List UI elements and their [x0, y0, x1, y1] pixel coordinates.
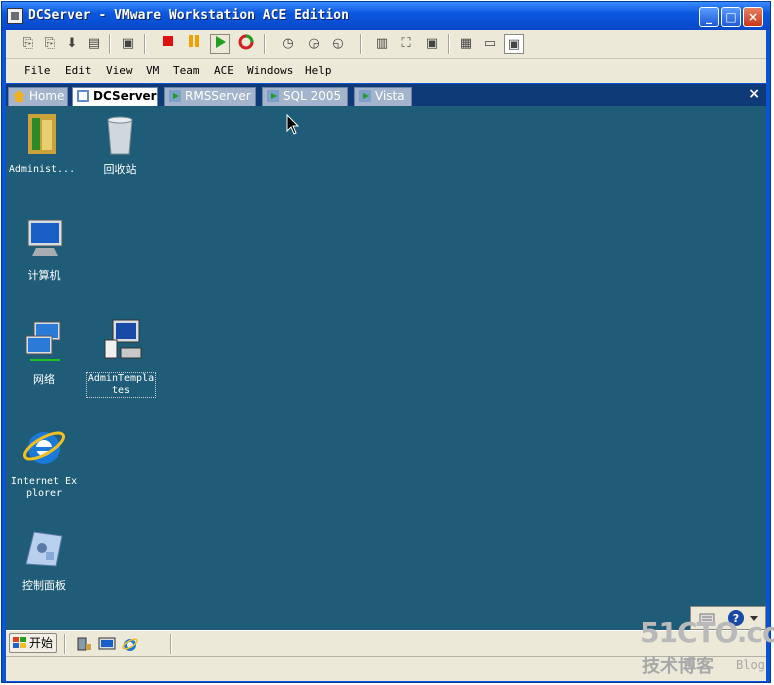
toolbar-separator [264, 34, 266, 54]
vm-icon [359, 90, 371, 102]
tab-label: Home [29, 89, 65, 103]
taskbar-separator [170, 634, 172, 654]
watermark-site: 51CTO.com [640, 616, 774, 649]
close-button[interactable]: × [743, 7, 763, 27]
toolbar-separator [448, 34, 450, 54]
desktop-icon-administrator[interactable]: Administ... [6, 110, 78, 176]
server-manager-icon[interactable] [76, 636, 92, 652]
icon-label: Administ... [8, 164, 76, 175]
summary-view-icon[interactable]: ▦ [456, 34, 476, 54]
computer-icon [27, 219, 63, 256]
snapshot-clock-icon[interactable]: ◷ [278, 34, 298, 54]
menu-windows[interactable]: Windows [247, 64, 293, 77]
suspend-icon[interactable] [184, 34, 204, 54]
menu-help[interactable]: Help [305, 64, 332, 77]
toolbar-separator [360, 34, 362, 54]
internet-explorer-icon [23, 431, 65, 464]
windows-flag-icon [13, 637, 26, 648]
tab-rmsserver[interactable]: RMSServer [164, 87, 256, 106]
manage-clock-icon[interactable]: ◵ [328, 34, 348, 54]
tab-label: Vista [375, 89, 405, 103]
network-icon [25, 321, 61, 361]
menu-view[interactable]: View [106, 64, 133, 77]
vm-icon [77, 90, 89, 102]
quick-switch-icon[interactable]: ▣ [118, 34, 138, 54]
toolbar-separator [109, 34, 111, 54]
vm-icon [267, 90, 279, 102]
watermark-sub: 技术博客 [642, 656, 714, 677]
menu-file[interactable]: File [24, 64, 51, 77]
tab-label: RMSServer [185, 89, 251, 103]
power-on-icon[interactable] [210, 34, 230, 54]
toolbar-separator [144, 34, 146, 54]
icon-label: 计算机 [27, 269, 61, 282]
menu-edit[interactable]: Edit [65, 64, 92, 77]
internet-explorer-icon[interactable] [122, 636, 138, 652]
desktop-icon-network[interactable]: 网络 [8, 320, 80, 386]
vmware-window: DCServer - VMware Workstation ACE Editio… [1, 1, 771, 683]
desktop-icon-control-panel[interactable]: 控制面板 [8, 526, 80, 592]
unity-icon[interactable]: ▣ [422, 34, 442, 54]
desktop-icon-computer[interactable]: 计算机 [8, 216, 80, 282]
vmware-app-icon [7, 8, 23, 24]
start-button[interactable]: 开始 [9, 633, 57, 653]
recycle-bin-icon [107, 116, 133, 155]
tab-dcserver[interactable]: DCServer [72, 87, 158, 106]
window-title: DCServer - VMware Workstation ACE Editio… [28, 8, 349, 23]
icon-label: 回收站 [103, 163, 137, 176]
menu-bar: File Edit View VM Team ACE Windows Help [6, 59, 766, 83]
icon-label: Internet Explorer [10, 476, 78, 499]
menu-vm[interactable]: VM [146, 64, 159, 77]
revert-snapshot-icon[interactable]: ⎘ [40, 34, 60, 54]
minimize-button[interactable]: _ [699, 7, 719, 27]
desktop-icon-admin-templates[interactable]: AdminTemplates [85, 318, 157, 398]
watermark-blog: Blog [736, 658, 765, 672]
revert-clock-icon[interactable]: ◶ [304, 34, 324, 54]
tab-sql-2005[interactable]: SQL 2005 [262, 87, 348, 106]
user-folder-icon [28, 114, 56, 154]
icon-label: AdminTemplates [86, 372, 156, 398]
menu-ace[interactable]: ACE [214, 64, 234, 77]
snapshot-manager-icon[interactable]: ▤ [84, 34, 104, 54]
full-screen-icon[interactable]: ⛶ [396, 34, 416, 54]
console-view-icon[interactable]: ▣ [504, 34, 524, 54]
tab-vista[interactable]: Vista [354, 87, 412, 106]
control-panel-icon [25, 531, 63, 567]
icon-label: 控制面板 [22, 579, 66, 592]
start-label: 开始 [29, 636, 54, 650]
icon-label: 网络 [33, 373, 55, 386]
home-icon [13, 90, 25, 102]
tab-label: SQL 2005 [283, 89, 342, 103]
vm-icon [169, 90, 181, 102]
desktop-icon-recycle-bin[interactable]: 回收站 [84, 110, 156, 176]
show-desktop-icon[interactable] [98, 636, 116, 652]
take-snapshot-icon[interactable]: ⬇ [62, 34, 82, 54]
snapshot-icon[interactable]: ⎘ [18, 34, 38, 54]
setup-program-icon [104, 319, 142, 359]
close-tab-icon[interactable]: × [748, 86, 760, 102]
show-sidebar-icon[interactable]: ▥ [372, 34, 392, 54]
menu-team[interactable]: Team [173, 64, 200, 77]
tab-label: DCServer [93, 89, 157, 103]
tab-home[interactable]: Home [8, 87, 68, 106]
power-off-icon[interactable] [158, 34, 178, 54]
toolbar: ⎘ ⎘ ⬇ ▤ ▣ ◷ ◶ ◵ ▥ ⛶ ▣ ▦ ▭ ▣ [6, 30, 766, 59]
guest-desktop[interactable]: Administ... 回收站 计算机 网络 AdminTemplates In… [6, 106, 766, 630]
maximize-button[interactable]: □ [721, 7, 741, 27]
appliance-view-icon[interactable]: ▭ [480, 34, 500, 54]
mouse-cursor-icon [286, 114, 300, 135]
taskbar-separator [64, 634, 66, 654]
reset-icon[interactable] [236, 34, 256, 54]
desktop-icon-internet-explorer[interactable]: Internet Explorer [8, 422, 80, 500]
title-bar[interactable]: DCServer - VMware Workstation ACE Editio… [2, 2, 770, 30]
vm-tab-bar: Home DCServer RMSServer SQL 2005 Vista × [6, 84, 766, 106]
